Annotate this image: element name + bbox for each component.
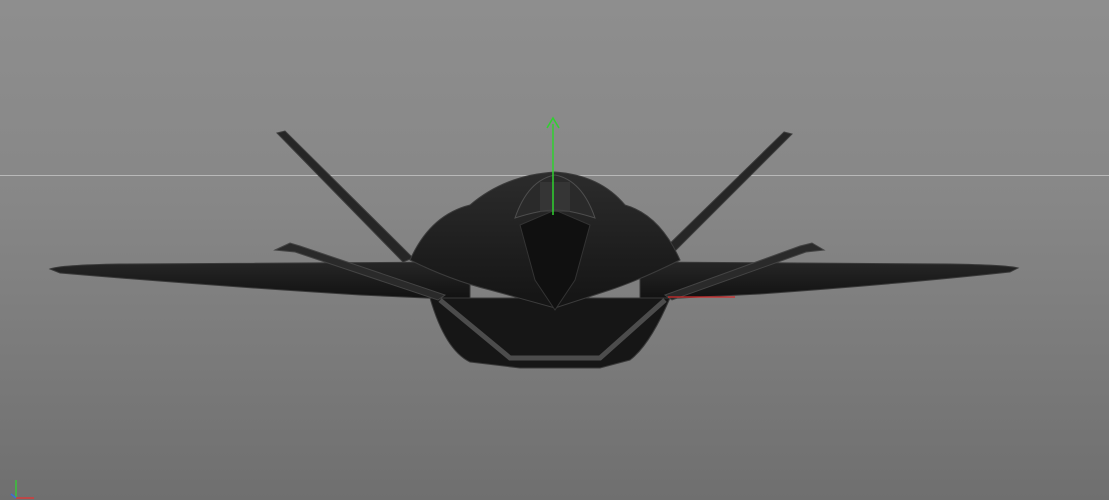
right-wing (639, 261, 1020, 301)
cockpit-detail (540, 182, 570, 212)
left-tail-fin (276, 130, 414, 263)
scene-canvas[interactable] (0, 0, 1109, 500)
aircraft-model[interactable] (48, 130, 1020, 369)
right-tail-fin (654, 131, 793, 263)
3d-viewport[interactable] (0, 0, 1109, 500)
left-wing (48, 261, 471, 301)
view-axis-gizmo (10, 480, 34, 499)
